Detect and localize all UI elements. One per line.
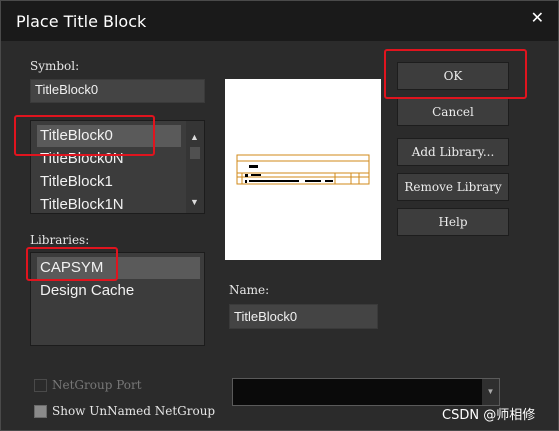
add-library-button[interactable]: Add Library... [397, 138, 509, 166]
csdn-watermark: CSDN @师相修 [442, 408, 536, 423]
symbol-label: Symbol: [30, 59, 80, 73]
help-button[interactable]: Help [397, 208, 509, 236]
scroll-down-icon[interactable]: ▼ [186, 194, 203, 210]
library-item-highlight [26, 247, 118, 281]
symbol-preview [225, 79, 381, 260]
ok-button-highlight [384, 49, 527, 99]
remove-library-button[interactable]: Remove Library [397, 173, 509, 201]
library-list-item[interactable]: Design Cache [37, 280, 134, 302]
name-label: Name: [229, 283, 270, 297]
netgroup-port-label: NetGroup Port [52, 378, 142, 392]
scroll-up-icon[interactable]: ▲ [186, 129, 203, 145]
name-input[interactable]: TitleBlock0 [229, 304, 378, 329]
netgroup-port-checkbox[interactable] [34, 379, 47, 392]
netgroup-dropdown[interactable]: ▼ [232, 378, 500, 406]
dropdown-arrow-icon[interactable]: ▼ [482, 379, 499, 405]
title-bar: Place Title Block ✕ [1, 1, 558, 41]
scroll-thumb[interactable] [190, 147, 200, 159]
show-unnamed-netgroup-label: Show UnNamed NetGroup [52, 404, 216, 418]
symbol-list-item[interactable]: TitleBlock1N [37, 194, 124, 213]
cancel-button[interactable]: Cancel [397, 98, 509, 126]
show-unnamed-netgroup-checkbox[interactable] [34, 405, 47, 418]
title-block-preview-graphic [236, 154, 370, 185]
symbol-item-highlight [14, 115, 155, 156]
symbol-input[interactable]: TitleBlock0 [30, 79, 205, 103]
symbol-list-scrollbar[interactable]: ▲ ▼ [186, 121, 204, 213]
close-icon[interactable]: ✕ [531, 8, 544, 27]
dialog-title: Place Title Block [16, 12, 147, 31]
symbol-list-item[interactable]: TitleBlock1 [37, 171, 113, 193]
place-title-block-dialog: Place Title Block ✕ Symbol: TitleBlock0 … [0, 0, 559, 431]
libraries-label: Libraries: [30, 233, 88, 247]
